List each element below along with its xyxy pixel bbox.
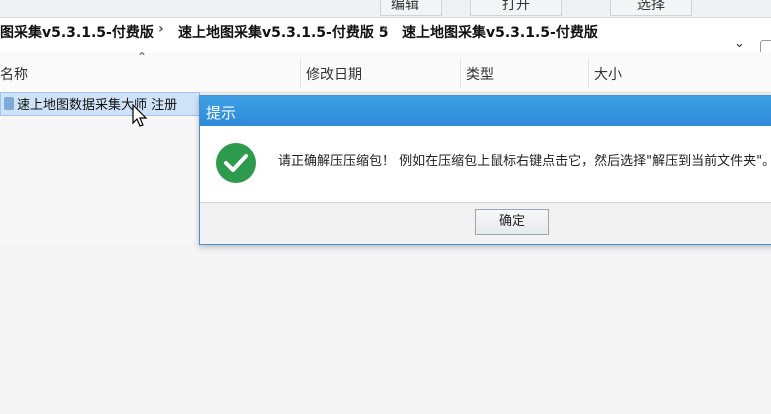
file-icon [4,97,14,110]
ribbon-open-button[interactable]: 打开 [470,0,562,16]
breadcrumb-item[interactable]: 速上地图采集v5.3.1.5-付费版 [402,22,598,42]
address-bar[interactable]: 图采集v5.3.1.5-付费版 › 速上地图采集v5.3.1.5-付费版 5 ›… [0,18,771,53]
breadcrumb-item[interactable]: 速上地图采集v5.3.1.5-付费版 5 [178,22,388,42]
dialog-footer: 确定 [200,203,771,244]
breadcrumb-separator: › [158,21,164,37]
dialog-message: 请正确解压压缩包！ 例如在压缩包上鼠标右键点击它，然后选择"解压到当前文件夹"。 [278,154,771,169]
ribbon-select-button[interactable]: 选择 [610,0,692,16]
column-name[interactable]: 名称 [0,64,28,84]
breadcrumb-item[interactable]: 图采集v5.3.1.5-付费版 [0,22,154,42]
list-item[interactable]: 速上地图数据采集大师 注册 [0,92,200,116]
dialog-titlebar[interactable]: 提示 [200,96,771,126]
mouse-cursor-icon [132,104,148,127]
file-list-empty-area [0,243,771,414]
sort-ascending-icon: ⌃ [137,50,148,64]
column-divider[interactable] [588,58,589,88]
column-size[interactable]: 大小 [594,64,622,84]
column-type[interactable]: 类型 [466,64,494,84]
alert-dialog: 提示 请正确解压压缩包！ 例如在压缩包上鼠标右键点击它，然后选择"解压到当前文件… [199,95,771,245]
column-date-modified[interactable]: 修改日期 [306,64,362,84]
column-divider[interactable] [300,58,301,88]
ribbon-strip: 编辑 打开 选择 [0,0,771,18]
ribbon-edit-button[interactable]: 编辑 [380,0,442,16]
dialog-body: 请正确解压压缩包！ 例如在压缩包上鼠标右键点击它，然后选择"解压到当前文件夹"。 [200,126,771,203]
breadcrumb-separator: › [382,21,388,37]
success-check-icon [216,143,256,183]
ok-button[interactable]: 确定 [475,209,549,235]
file-name: 速上地图数据采集大师 注册 [17,98,178,113]
chevron-down-icon[interactable]: ⌄ [734,36,745,51]
dialog-title: 提示 [206,104,237,122]
column-header: ⌃ 名称 修改日期 类型 大小 [0,50,771,93]
column-divider[interactable] [460,58,461,88]
